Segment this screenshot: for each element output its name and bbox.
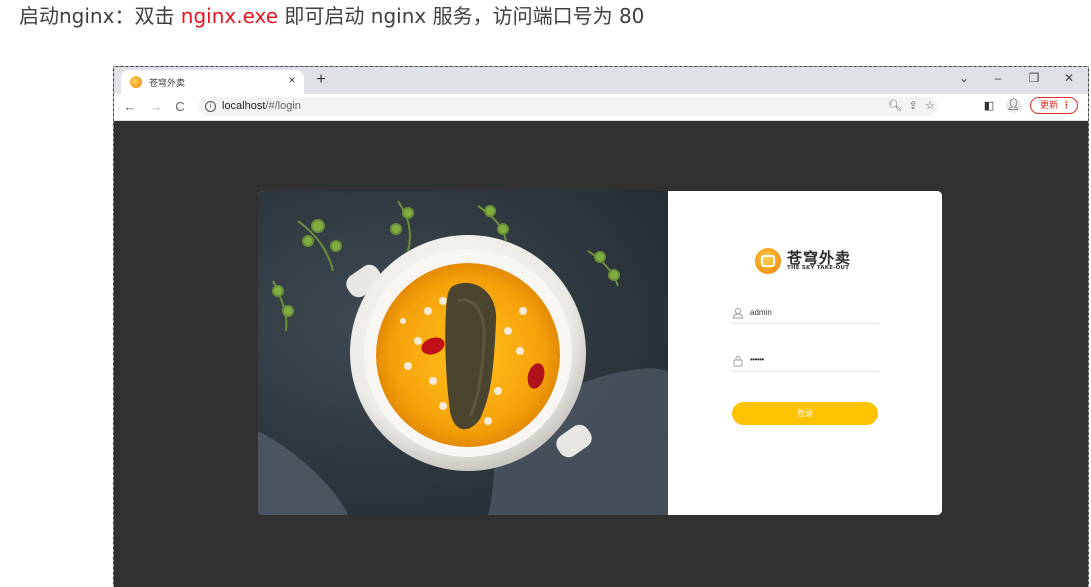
update-label: 更新 [1040, 101, 1059, 111]
user-icon [732, 307, 744, 319]
tab-search-icon[interactable]: ⌄ [954, 71, 974, 85]
login-card: 苍穹外卖 THE SKY TAKE-OUT admin •••••• 登录 [258, 191, 942, 515]
browser-window: 苍穹外卖 × + ⌄ – ❐ ✕ ← → C i localhost/#/log… [113, 66, 1089, 587]
restore-icon[interactable]: ❐ [1024, 71, 1044, 85]
reload-icon[interactable]: C [171, 98, 189, 116]
password-field[interactable]: •••••• [732, 354, 878, 372]
minimize-icon[interactable]: – [988, 71, 1008, 85]
tab-close-icon[interactable]: × [285, 73, 299, 87]
favicon-icon [130, 76, 142, 88]
lock-icon [733, 355, 743, 367]
food-photo [258, 191, 668, 515]
page-viewport: 苍穹外卖 THE SKY TAKE-OUT admin •••••• 登录 [114, 121, 1088, 587]
doc-text-after: 即可启动 nginx 服务，访问端口号为 80 [278, 4, 645, 28]
update-button[interactable]: 更新 ⋮ [1030, 97, 1078, 114]
bookmark-star-icon[interactable]: ☆ [923, 99, 937, 114]
brand-subtitle: THE SKY TAKE-OUT [787, 265, 850, 271]
menu-dots-icon[interactable]: ⋮ [1062, 98, 1071, 115]
username-field[interactable]: admin [732, 306, 878, 324]
username-value: admin [750, 308, 772, 317]
close-window-icon[interactable]: ✕ [1059, 71, 1079, 85]
tab-active[interactable]: 苍穹外卖 × [121, 70, 304, 94]
food-photo-illustration [258, 200, 668, 515]
share-icon[interactable]: ⇪ [906, 99, 920, 114]
brand-logo-icon [755, 248, 781, 274]
url-path: /#/login [265, 100, 301, 112]
login-button[interactable]: 登录 [732, 402, 878, 425]
back-icon[interactable]: ← [121, 98, 139, 116]
login-form-panel: 苍穹外卖 THE SKY TAKE-OUT admin •••••• 登录 [668, 191, 942, 515]
profile-avatar-icon[interactable]: 👤︎ [1006, 98, 1021, 113]
browser-toolbar: ← → C i localhost/#/login 🔍︎ ⇪ ☆ ◧ 👤︎ 更新… [114, 94, 1088, 121]
url-host: localhost [222, 100, 266, 112]
address-bar[interactable]: i localhost/#/login 🔍︎ ⇪ ☆ [198, 97, 938, 116]
password-value: •••••• [750, 355, 764, 364]
doc-instruction: 启动nginx：双击 nginx.exe 即可启动 nginx 服务，访问端口号… [19, 2, 644, 30]
site-info-icon[interactable]: i [205, 101, 216, 112]
side-panel-icon[interactable]: ◧ [982, 99, 996, 114]
doc-text-before: 启动nginx：双击 [19, 4, 181, 28]
zoom-icon[interactable]: 🔍︎ [888, 99, 902, 114]
doc-highlight-filename: nginx.exe [180, 4, 279, 28]
url-text: localhost/#/login [222, 100, 301, 112]
new-tab-button[interactable]: + [312, 70, 330, 90]
tab-title: 苍穹外卖 [149, 79, 186, 89]
tab-strip: 苍穹外卖 × + ⌄ – ❐ ✕ [114, 67, 1088, 94]
forward-icon[interactable]: → [147, 98, 165, 116]
